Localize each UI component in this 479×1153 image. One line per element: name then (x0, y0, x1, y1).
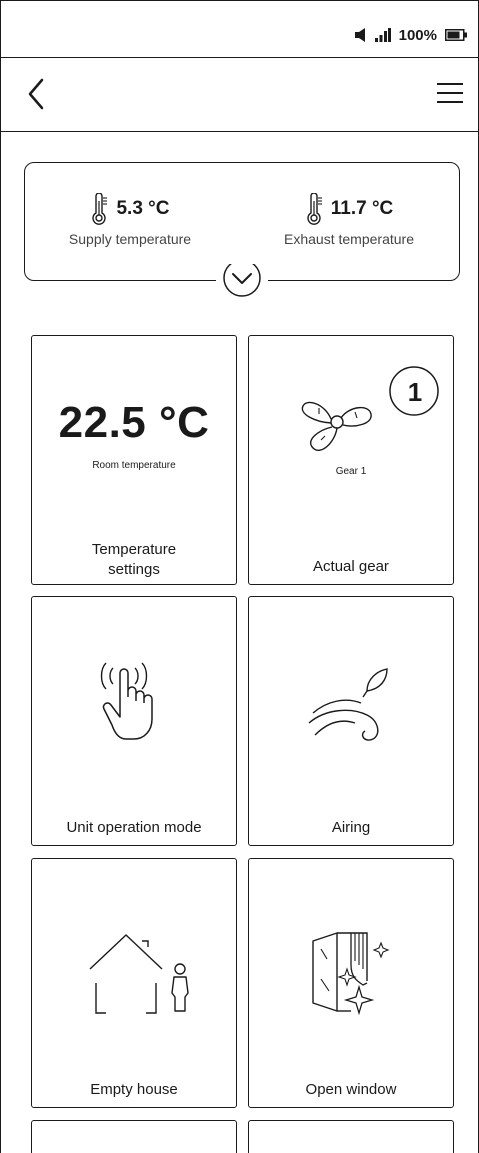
battery-icon (445, 29, 467, 41)
unit-operation-mode-label: Unit operation mode (66, 819, 202, 836)
thermometer-icon (92, 193, 108, 225)
empty-house-tile[interactable]: Empty house (31, 858, 237, 1108)
airing-label: Airing (331, 819, 371, 836)
supply-temperature: 5.3 °C Supply temperature (45, 191, 215, 247)
supply-temperature-label: Supply temperature (68, 231, 192, 247)
volume-icon (354, 28, 365, 42)
temperature-settings-label: Temperature settings (91, 541, 177, 578)
gear-number: 1 (407, 376, 423, 407)
house-person-icon (89, 934, 189, 1014)
supply-temperature-value: 5.3 °C (116, 198, 170, 219)
fan-icon (301, 401, 372, 451)
chevron-left-icon (28, 78, 44, 110)
expand-summary-button[interactable] (216, 259, 268, 298)
back-button[interactable] (22, 74, 62, 114)
empty-house-label: Empty house (90, 1081, 178, 1098)
unit-operation-mode-tile[interactable]: Unit operation mode (31, 596, 237, 846)
open-window-icon (312, 932, 390, 1016)
partial-tile-right[interactable] (248, 1120, 454, 1153)
partial-tile-left[interactable] (31, 1120, 237, 1153)
status-bar: 100% (0, 0, 479, 58)
nav-bar (0, 58, 479, 132)
thermometer-icon (307, 193, 322, 225)
wind-leaf-icon (308, 668, 388, 741)
temperature-settings-tile[interactable]: 22.5 °C Room temperature Temperature set… (31, 335, 237, 585)
signal-icon (374, 28, 391, 42)
room-temperature-label: Room temperature (92, 460, 176, 471)
actual-gear-tile[interactable]: 1 Gear 1 Actual gear (248, 335, 454, 585)
exhaust-temperature-value: 11.7 °C (330, 198, 394, 219)
chevron-down-icon (223, 259, 261, 297)
hamburger-menu-icon (437, 83, 463, 103)
menu-button[interactable] (435, 78, 465, 110)
open-window-tile[interactable]: Open window (248, 858, 454, 1108)
touch-hand-icon (100, 662, 153, 740)
actual-gear-label: Actual gear (313, 558, 389, 575)
gear-sublabel: Gear 1 (335, 466, 367, 477)
room-temperature-value: 22.5 °C (58, 398, 210, 447)
exhaust-temperature: 11.7 °C Exhaust temperature (259, 191, 439, 247)
open-window-label: Open window (305, 1081, 397, 1098)
battery-percentage: 100% (398, 26, 437, 44)
exhaust-temperature-label: Exhaust temperature (284, 231, 414, 247)
airing-tile[interactable]: Airing (248, 596, 454, 846)
